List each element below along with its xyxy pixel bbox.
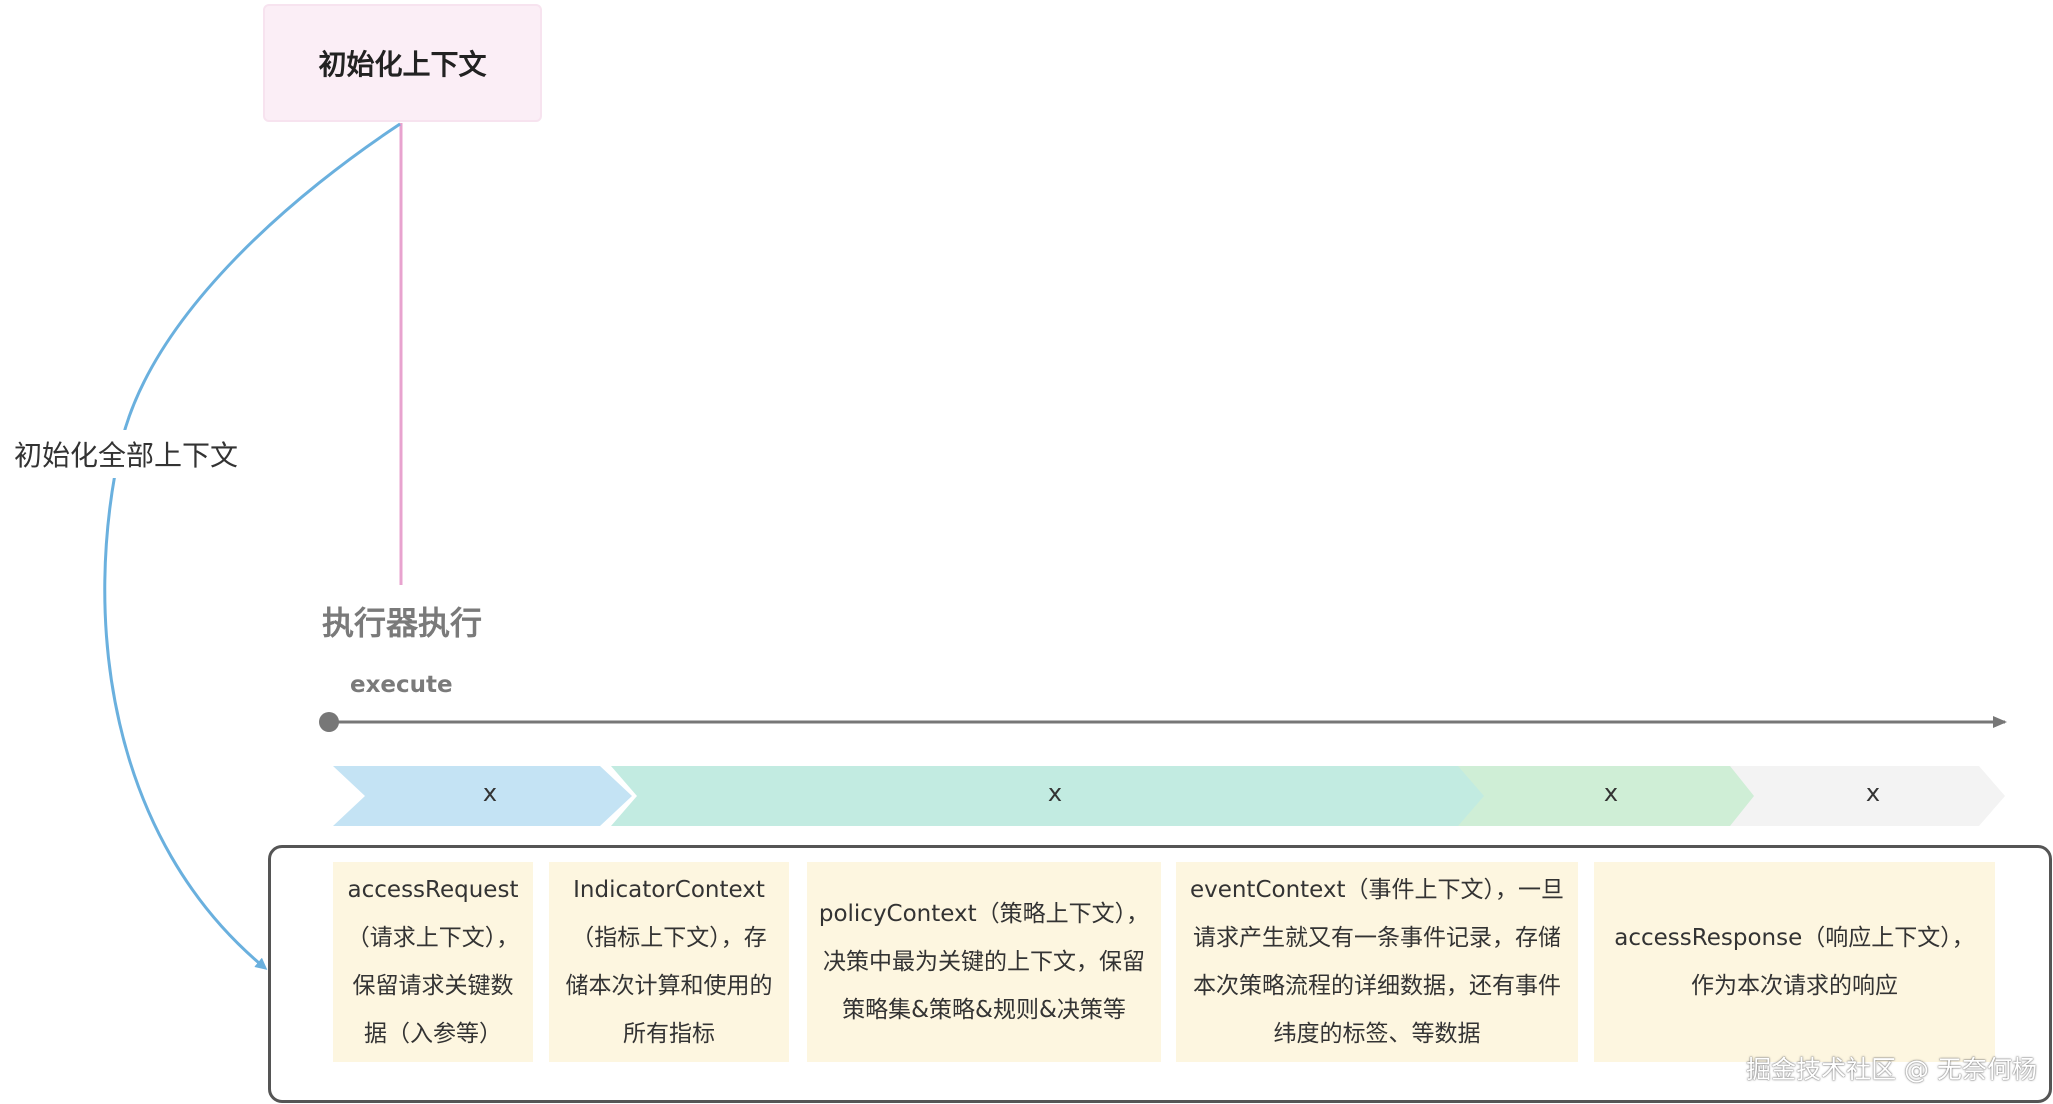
init-context-node: 初始化上下文	[263, 4, 542, 122]
card-line: policyContext（策略上下文），	[818, 901, 1150, 927]
context-card-indicator: IndicatorContext （指标上下文），存 储本次计算和使用的 所有指…	[549, 862, 789, 1062]
card-line: 保留请求关键数	[352, 973, 514, 999]
watermark: 掘金技术社区 @ 无奈何杨	[1746, 1055, 2037, 1084]
executor-label: 执行器执行	[322, 604, 483, 642]
card-line: eventContext（事件上下文），一旦	[1189, 877, 1565, 903]
card-line: 决策中最为关键的上下文，保留	[823, 949, 1145, 975]
init-context-label: 初始化上下文	[318, 48, 487, 81]
card-line: 所有指标	[623, 1021, 715, 1047]
init-all-context-label: 初始化全部上下文	[10, 430, 243, 478]
card-line: 纬度的标签、等数据	[1273, 1021, 1481, 1047]
card-line: 请求产生就又有一条事件记录，存储	[1192, 925, 1561, 951]
card-line: 储本次计算和使用的	[565, 973, 773, 999]
card-line: accessResponse（响应上下文），	[1614, 925, 1975, 951]
lane-label-3: x	[1603, 779, 1619, 807]
lane-label-1: x	[482, 779, 498, 807]
card-line: IndicatorContext	[573, 877, 765, 903]
card-line: accessRequest	[347, 877, 519, 903]
context-card-access-response: accessResponse（响应上下文）， 作为本次请求的响应	[1594, 862, 1995, 1062]
card-line: （请求上下文），	[346, 925, 520, 951]
lane-label-2: x	[1047, 779, 1063, 807]
context-card-access-request: accessRequest （请求上下文）， 保留请求关键数 据（入参等）	[333, 862, 533, 1062]
context-card-policy: policyContext（策略上下文）， 决策中最为关键的上下文，保留 策略集…	[807, 862, 1161, 1062]
card-line: 据（入参等）	[364, 1021, 502, 1047]
card-line: （指标上下文），存	[571, 925, 767, 951]
card-line: 作为本次请求的响应	[1691, 973, 1898, 999]
context-card-event: eventContext（事件上下文），一旦 请求产生就又有一条事件记录，存储 …	[1176, 862, 1578, 1062]
execute-label: execute	[350, 672, 453, 698]
card-line: 本次策略流程的详细数据，还有事件	[1192, 973, 1561, 999]
card-line: 策略集&策略&规则&决策等	[842, 997, 1126, 1023]
lane-label-4: x	[1865, 779, 1881, 807]
init-all-arrow	[103, 122, 401, 970]
